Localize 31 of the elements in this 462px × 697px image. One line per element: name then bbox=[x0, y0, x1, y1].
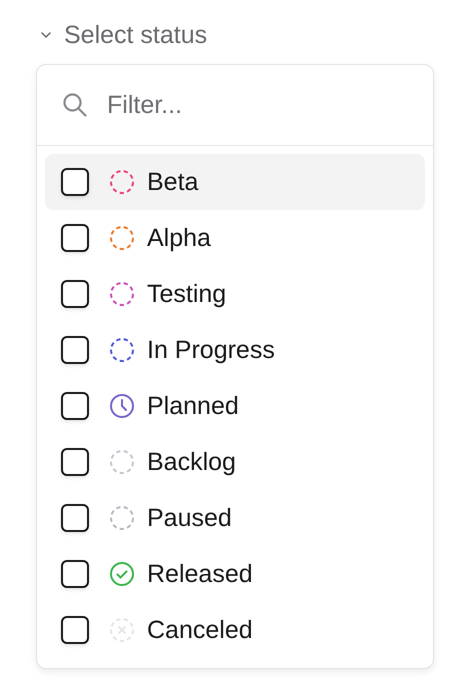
status-option[interactable]: Testing bbox=[45, 266, 425, 322]
status-option[interactable]: Paused bbox=[45, 490, 425, 546]
checkbox[interactable] bbox=[61, 392, 89, 420]
checkbox[interactable] bbox=[61, 560, 89, 588]
checkbox[interactable] bbox=[61, 280, 89, 308]
checkbox[interactable] bbox=[61, 504, 89, 532]
select-trigger[interactable]: Select status bbox=[36, 18, 208, 52]
status-label: Released bbox=[147, 560, 253, 588]
checkbox[interactable] bbox=[61, 168, 89, 196]
status-option[interactable]: Alpha bbox=[45, 210, 425, 266]
status-label: Alpha bbox=[147, 224, 211, 252]
filter-field[interactable]: Filter... bbox=[105, 90, 409, 120]
status-label: Backlog bbox=[147, 448, 236, 476]
checkbox[interactable] bbox=[61, 448, 89, 476]
status-label: Paused bbox=[147, 504, 232, 532]
status-option[interactable]: Canceled bbox=[45, 602, 425, 658]
status-label: In Progress bbox=[147, 336, 275, 364]
status-label: Planned bbox=[147, 392, 239, 420]
caret-icon bbox=[40, 31, 52, 39]
status-label: Testing bbox=[147, 280, 226, 308]
checkbox[interactable] bbox=[61, 616, 89, 644]
status-option[interactable]: Backlog bbox=[45, 434, 425, 490]
status-option[interactable]: Beta bbox=[45, 154, 425, 210]
search-icon bbox=[61, 91, 89, 119]
checkbox[interactable] bbox=[61, 224, 89, 252]
status-option[interactable]: Released bbox=[45, 546, 425, 602]
status-option[interactable]: Planned bbox=[45, 378, 425, 434]
status-label: Beta bbox=[147, 168, 198, 196]
status-label: Canceled bbox=[147, 616, 253, 644]
checkbox[interactable] bbox=[61, 336, 89, 364]
status-option[interactable]: In Progress bbox=[45, 322, 425, 378]
